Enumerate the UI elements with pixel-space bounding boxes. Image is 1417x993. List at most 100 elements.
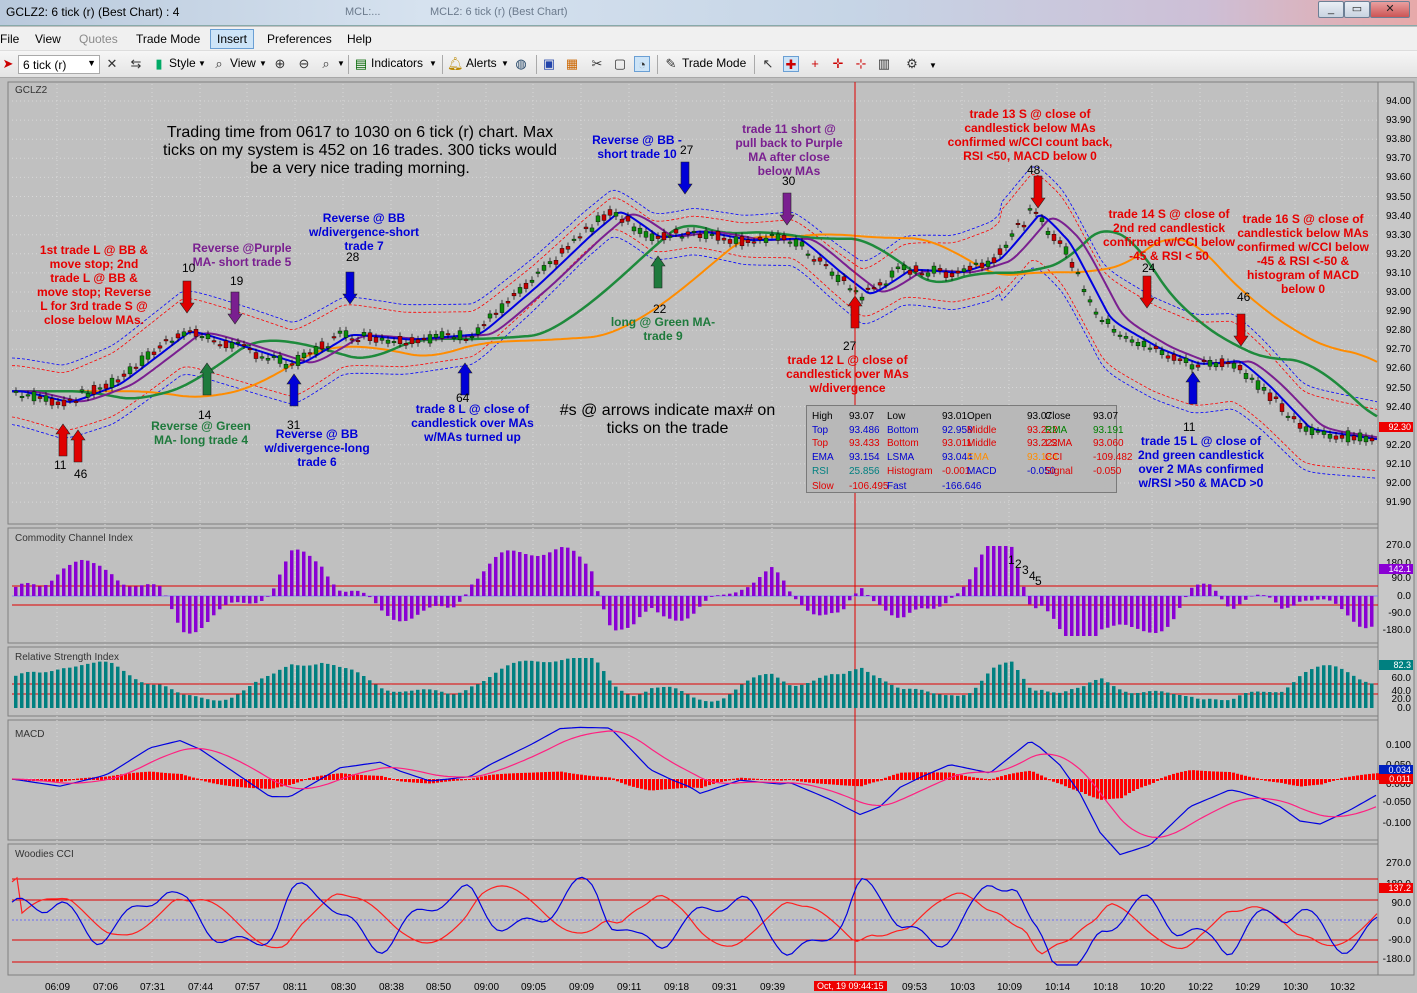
cci-bar bbox=[470, 584, 474, 596]
menu-insert[interactable]: Insert bbox=[210, 29, 255, 49]
trade-mode-icon[interactable]: ✎ bbox=[663, 56, 679, 72]
zoom-dropdown-icon[interactable]: ▼ bbox=[337, 59, 345, 68]
toolbar-separator bbox=[536, 55, 537, 74]
crosshair-2-icon[interactable]: + bbox=[807, 56, 823, 72]
candle bbox=[925, 272, 931, 277]
cursor-sync-icon[interactable]: ◔ bbox=[634, 56, 650, 72]
candle bbox=[1135, 342, 1141, 347]
annotation-trades-1-3: 1st trade L @ BB & move stop; 2nd trade … bbox=[36, 243, 152, 327]
cci-bar bbox=[992, 546, 996, 596]
candle bbox=[619, 218, 625, 223]
rsi-bar bbox=[68, 667, 72, 708]
style-button[interactable]: Style bbox=[169, 56, 196, 70]
crosshair-4-icon[interactable]: ⊹ bbox=[853, 56, 869, 72]
scissors-icon[interactable]: ✂ bbox=[589, 56, 605, 72]
macd-hist-bar bbox=[192, 777, 195, 780]
pointer-icon[interactable]: ↖ bbox=[760, 56, 776, 72]
overflow-icon[interactable]: ▼ bbox=[929, 61, 937, 70]
cci-bar bbox=[1310, 596, 1314, 601]
bell-icon[interactable]: 🔔︎ bbox=[447, 56, 464, 72]
menu-trade-mode[interactable]: Trade Mode bbox=[136, 32, 200, 46]
globe-icon[interactable]: ◍ bbox=[513, 56, 529, 72]
arrow-number: 30 bbox=[782, 174, 796, 188]
document-icon[interactable]: ▣ bbox=[541, 56, 557, 72]
rsi-bar bbox=[566, 658, 570, 708]
woodies-axis-tick: -180.0 bbox=[1382, 954, 1411, 965]
macd-hist-bar bbox=[968, 776, 971, 780]
macd-hist-bar bbox=[892, 774, 895, 780]
candle bbox=[673, 229, 679, 234]
style-icon[interactable]: ▮ bbox=[151, 56, 167, 72]
macd-hist-bar bbox=[1012, 773, 1015, 780]
macd-hist-bar bbox=[648, 779, 651, 791]
layout-icon[interactable]: ▥ bbox=[876, 56, 892, 72]
cci-bar bbox=[188, 596, 192, 634]
cci-bar bbox=[380, 596, 384, 611]
cci-bar bbox=[1124, 596, 1128, 625]
candle bbox=[145, 351, 151, 360]
cci-bar bbox=[26, 582, 30, 596]
cci-bar bbox=[1220, 596, 1224, 600]
macd-hist-bar bbox=[144, 771, 147, 780]
cci-bar bbox=[62, 568, 66, 596]
candle bbox=[1291, 416, 1297, 420]
pin-icon[interactable]: ➤ bbox=[0, 56, 16, 72]
rsi-bar bbox=[776, 677, 780, 708]
annotation-trade-8: trade 8 L @ close of candlestick over MA… bbox=[411, 402, 534, 444]
alerts-button[interactable]: Alerts bbox=[466, 56, 497, 70]
rsi-bar bbox=[1034, 690, 1038, 708]
candle bbox=[169, 340, 175, 343]
macd-hist-bar bbox=[676, 779, 679, 789]
macd-hist-bar bbox=[492, 774, 495, 780]
macd-hist-bar bbox=[832, 779, 835, 785]
crosshair-icon[interactable]: ✚ bbox=[783, 56, 799, 72]
candle bbox=[433, 334, 439, 338]
color-icon[interactable]: ▦ bbox=[564, 56, 580, 72]
macd-hist-bar bbox=[1028, 770, 1031, 780]
interval-select[interactable]: 6 tick (r) ▼ bbox=[18, 55, 100, 74]
rsi-bar bbox=[110, 662, 114, 708]
alerts-dropdown-icon[interactable]: ▼ bbox=[501, 59, 509, 68]
close-chart-icon[interactable]: ✕ bbox=[104, 56, 120, 72]
menu-view[interactable]: View bbox=[35, 32, 61, 46]
close-button[interactable]: ✕ bbox=[1370, 1, 1410, 18]
view-button[interactable]: View bbox=[230, 56, 256, 70]
candle bbox=[631, 226, 637, 232]
indicators-icon[interactable]: ▤ bbox=[353, 56, 369, 72]
zoom-out-icon[interactable]: ⊖ bbox=[296, 56, 312, 72]
rsi-bar bbox=[962, 695, 966, 708]
settings-icon[interactable]: ⚙ bbox=[904, 56, 920, 72]
menu-quotes[interactable]: Quotes bbox=[79, 32, 118, 46]
minimize-button[interactable]: _ bbox=[1318, 1, 1344, 18]
view-dropdown-icon[interactable]: ▼ bbox=[259, 59, 267, 68]
zoom-icon[interactable]: ⌕ bbox=[318, 56, 334, 72]
cci-bar bbox=[302, 551, 306, 596]
woodies-axis-tick: 90.0 bbox=[1391, 898, 1411, 909]
macd-hist-bar bbox=[152, 771, 155, 780]
indicators-dropdown-icon[interactable]: ▼ bbox=[429, 59, 437, 68]
maximize-button[interactable]: ▭ bbox=[1344, 1, 1370, 18]
cci-bar bbox=[1328, 596, 1332, 601]
page-icon[interactable]: ▢ bbox=[612, 56, 628, 72]
rsi-bar bbox=[1172, 694, 1176, 708]
crosshair-3-icon[interactable]: ✛ bbox=[830, 56, 846, 72]
symbol-label: GCLZ2 bbox=[15, 85, 48, 96]
cci-bar bbox=[332, 584, 336, 596]
view-icon[interactable]: ⌕ bbox=[211, 56, 227, 72]
indicators-button[interactable]: Indicators bbox=[371, 56, 423, 70]
macd-hist-bar bbox=[1172, 773, 1175, 780]
menu-preferences[interactable]: Preferences bbox=[267, 32, 332, 46]
style-dropdown-icon[interactable]: ▼ bbox=[198, 59, 206, 68]
macd-hist-bar bbox=[616, 779, 619, 782]
trade-mode-button[interactable]: Trade Mode bbox=[682, 56, 746, 70]
move-icon[interactable]: ⇆ bbox=[128, 56, 144, 72]
menu-file[interactable]: File bbox=[0, 32, 19, 46]
zoom-in-icon[interactable]: ⊕ bbox=[272, 56, 288, 72]
price-tick: 92.10 bbox=[1385, 458, 1411, 470]
rsi-bar bbox=[662, 686, 666, 708]
annotation-trade-9: long @ Green MA- trade 9 bbox=[610, 315, 716, 343]
menu-help[interactable]: Help bbox=[347, 32, 372, 46]
cci-bar bbox=[932, 596, 936, 609]
macd-hist-bar bbox=[1276, 779, 1279, 783]
rsi-bar bbox=[458, 692, 462, 708]
